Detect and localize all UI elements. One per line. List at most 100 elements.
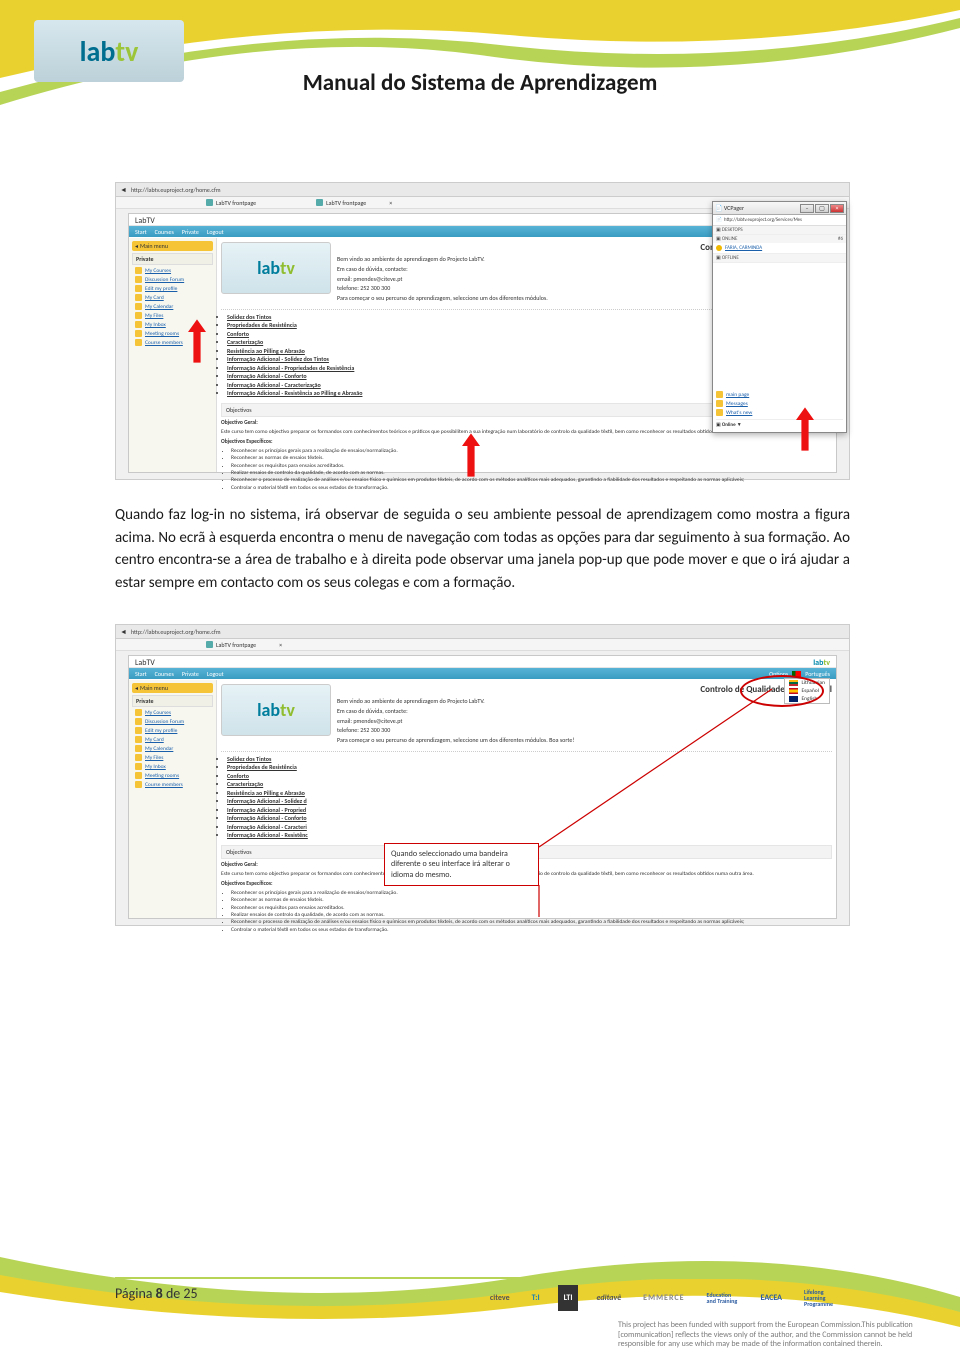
popup-online-dropdown[interactable]: ▣ Online ▼ [716, 419, 843, 428]
sidebar-item-meeting-rooms[interactable]: Meeting rooms [132, 771, 213, 780]
contact-phone: telefone: 252 300 300 [337, 727, 832, 735]
news-icon [716, 409, 723, 416]
url-field[interactable]: http://labtv.euproject.org/home.cfm [131, 628, 221, 636]
popup-user[interactable]: FARIA, CARMINDA [713, 243, 846, 253]
meeting-icon [135, 772, 142, 779]
module-link[interactable]: Informação Adicional - Resistênc [227, 831, 832, 839]
nav-logout[interactable]: Logout [207, 670, 224, 678]
app-title: LabTV [135, 658, 155, 665]
sidebar-category-private[interactable]: Private [132, 253, 213, 265]
page-footer: Página 8 de 25 citeve T:I LTI editavê EM… [115, 1277, 850, 1311]
lang-pt-label[interactable]: Português [805, 670, 830, 678]
sidebar-item-my-files[interactable]: My Files [132, 753, 213, 762]
nav-courses[interactable]: Courses [155, 228, 174, 236]
nav-private[interactable]: Private [182, 670, 199, 678]
sidebar-item-edit-profile[interactable]: Edit my profile [132, 284, 213, 293]
objective-item: Realizar ensaios de controlo da qualidad… [231, 470, 832, 477]
sidebar-item-discussion-forum[interactable]: Discussion Forum [132, 717, 213, 726]
sidebar-item-my-calendar[interactable]: My Calendar [132, 302, 213, 311]
nav-courses[interactable]: Courses [155, 670, 174, 678]
objective-item: Controlar o material têxtil em todos os … [231, 927, 832, 934]
inbox-icon [135, 763, 142, 770]
card-icon [135, 294, 142, 301]
sidebar-item-course-members[interactable]: Course members [132, 780, 213, 789]
minimize-icon[interactable]: – [800, 204, 814, 213]
nav-start[interactable]: Start [135, 228, 147, 236]
card-icon [135, 736, 142, 743]
sidebar-item-my-courses[interactable]: My Courses [132, 266, 213, 275]
disclaimer-text: This project has been funded with suppor… [618, 1321, 918, 1349]
back-icon[interactable]: ◄ [120, 627, 127, 636]
popup-desktops-section[interactable]: ▣ DESKTOPS [713, 226, 846, 234]
nav-logout[interactable]: Logout [207, 228, 224, 236]
module-link[interactable]: Propriedades de Resistência [227, 763, 832, 771]
popup-titlebar[interactable]: 📄 VCPager – ▢ × [713, 202, 846, 215]
app-logo-icon: labtv [813, 658, 830, 665]
sidebar-item-my-calendar[interactable]: My Calendar [132, 744, 213, 753]
module-link[interactable]: Conforto [227, 772, 832, 780]
sidebar-item-my-inbox[interactable]: My Inbox [132, 762, 213, 771]
objective-item: Reconhecer os princípios gerais para a r… [231, 890, 832, 897]
sidebar-item-edit-profile[interactable]: Edit my profile [132, 726, 213, 735]
specific-objectives-list: Reconhecer os princípios gerais para a r… [231, 890, 832, 935]
objective-item: Reconhecer os requisitos para ensaios ac… [231, 463, 832, 470]
nav-start[interactable]: Start [135, 670, 147, 678]
popup-link-whats-new[interactable]: What's new [716, 408, 843, 417]
module-link[interactable]: Caracterização [227, 780, 832, 788]
logo-lifelong-learning: Lifelong Learning Programme [800, 1285, 850, 1311]
favicon-icon [206, 199, 213, 206]
members-icon [135, 339, 142, 346]
popup-online-section[interactable]: ▣ ONLINE#6 [713, 235, 846, 243]
popup-offline-section[interactable]: ▣ OFFLINE [713, 254, 846, 262]
module-link[interactable]: Informação Adicional - Caracteri [227, 823, 832, 831]
popup-url: 📄 http://labtv.euproject.org/Services/Me… [713, 215, 846, 226]
browser-tab-1[interactable]: LabTV frontpage× [206, 641, 282, 649]
sidebar-item-discussion-forum[interactable]: Discussion Forum [132, 275, 213, 284]
module-link[interactable]: Informação Adicional - Propried [227, 806, 832, 814]
module-link[interactable]: Solidez dos Tintos [227, 755, 832, 763]
sidebar-item-my-courses[interactable]: My Courses [132, 708, 213, 717]
objective-item: Reconhecer os princípios gerais para a r… [231, 448, 832, 455]
module-link[interactable]: Informação Adicional - Solidez d [227, 797, 832, 805]
sidebar-category-private[interactable]: Private [132, 695, 213, 707]
favicon-icon [316, 199, 323, 206]
module-link[interactable]: Informação Adicional - Conforto [227, 814, 832, 822]
objective-item: Reconhecer o processo de realização de a… [231, 477, 832, 484]
chat-icon [135, 276, 142, 283]
members-icon [135, 781, 142, 788]
sidebar-main-menu[interactable]: ◂ Main menu [132, 241, 213, 251]
browser-tab-2[interactable]: LabTV frontpage× [316, 199, 392, 207]
objective-item: Reconhecer o processo de realização de a… [231, 919, 832, 926]
vcpager-popup[interactable]: 📄 VCPager – ▢ × 📄 http://labtv.euproject… [712, 201, 847, 433]
back-icon[interactable]: ◄ [120, 185, 127, 194]
sidebar: ◂ Main menu Private My Courses Discussio… [129, 680, 217, 918]
screenshot-1: ◄ http://labtv.euproject.org/home.cfm La… [115, 182, 850, 480]
browser-address-bar: ◄ http://labtv.euproject.org/home.cfm [116, 625, 849, 639]
browser-tab-1[interactable]: LabTV frontpage [206, 199, 256, 207]
popup-link-main-page[interactable]: main page [716, 390, 843, 399]
app-navbar: Start Courses Private Logout Options Por… [129, 668, 836, 679]
favicon-icon [206, 641, 213, 648]
footer-logos: citeve T:I LTI editavê EMMERCE Education… [486, 1285, 850, 1311]
chat-icon [135, 718, 142, 725]
presence-icon [716, 245, 722, 251]
folder-icon [135, 312, 142, 319]
close-icon[interactable]: × [830, 204, 844, 213]
maximize-icon[interactable]: ▢ [815, 204, 829, 213]
user-icon [135, 727, 142, 734]
module-link[interactable]: Resistência ao Pilling e Abrasão [227, 789, 832, 797]
annotation-arrow-right [796, 405, 814, 453]
annotation-callout: Quando seleccionado uma bandeira diferen… [384, 843, 539, 886]
sidebar-item-my-card[interactable]: My Card [132, 735, 213, 744]
calendar-icon [135, 745, 142, 752]
url-field[interactable]: http://labtv.euproject.org/home.cfm [131, 186, 221, 194]
calendar-icon [135, 303, 142, 310]
objective-item: Reconhecer os requisitos para ensaios ac… [231, 905, 832, 912]
popup-link-messages[interactable]: Messages [716, 399, 843, 408]
sidebar-item-my-card[interactable]: My Card [132, 293, 213, 302]
annotation-arrow-center [462, 431, 480, 479]
logo-lti: LTI [558, 1285, 579, 1311]
nav-private[interactable]: Private [182, 228, 199, 236]
sidebar-main-menu[interactable]: ◂ Main menu [132, 683, 213, 693]
inbox-icon [135, 321, 142, 328]
